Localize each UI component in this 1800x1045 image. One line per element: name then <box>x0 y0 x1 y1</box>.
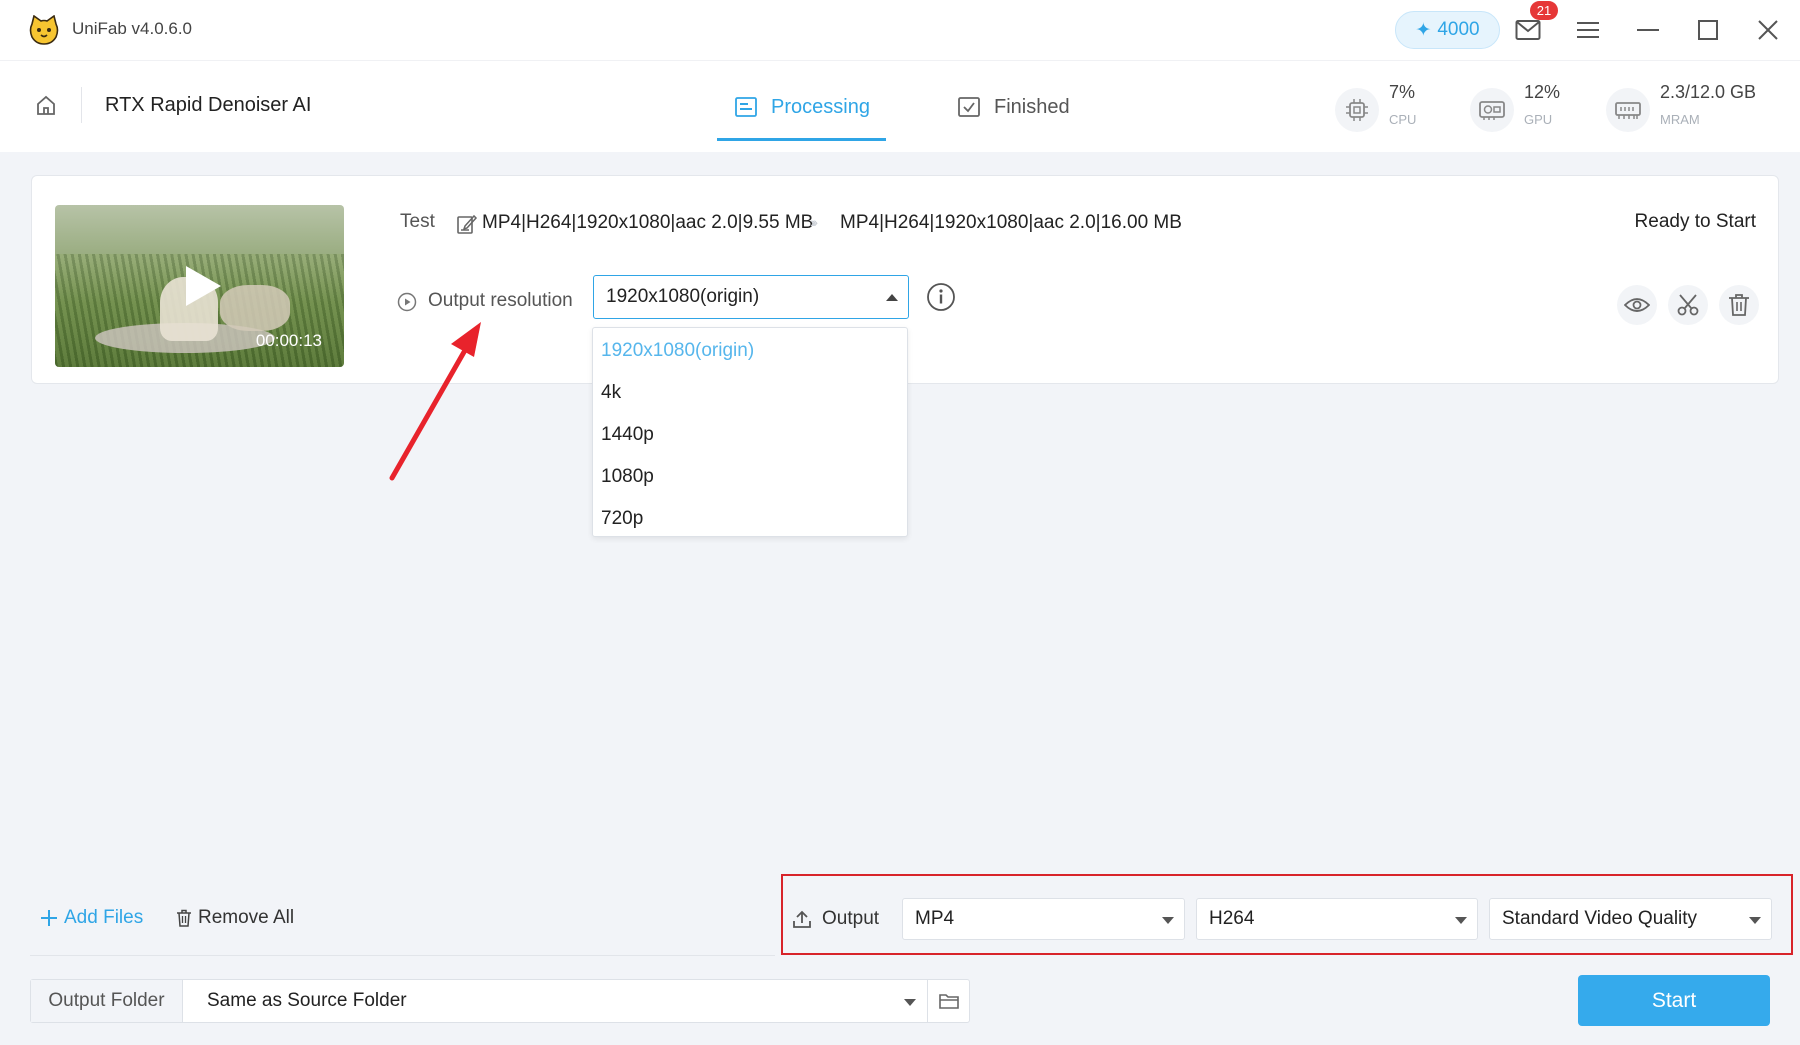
minimize-button[interactable] <box>1632 14 1664 46</box>
output-folder-label: Output Folder <box>31 980 183 1022</box>
maximize-icon <box>1698 20 1718 40</box>
title-bar: UniFab v4.0.6.0 ✦ 4000 21 <box>0 0 1800 60</box>
processing-icon <box>735 97 757 117</box>
cpu-label: CPU <box>1389 112 1417 127</box>
resolution-option-4k[interactable]: 4k <box>593 372 907 414</box>
trash-icon <box>177 909 191 927</box>
toolbar-divider <box>81 87 82 123</box>
tab-finished[interactable]: Finished <box>958 61 1070 153</box>
folder-icon <box>938 994 959 1009</box>
output-label: Output <box>792 908 879 930</box>
file-name: Test <box>400 211 435 232</box>
menu-button[interactable] <box>1572 14 1604 46</box>
task-status: Ready to Start <box>1634 211 1756 232</box>
preview-button[interactable] <box>1617 285 1657 325</box>
minimize-icon <box>1637 29 1659 31</box>
memory-icon <box>1606 88 1650 132</box>
browse-folder-button[interactable] <box>927 980 969 1022</box>
gpu-icon <box>1470 88 1514 132</box>
format-select[interactable]: MP4 <box>902 898 1185 940</box>
app-title: UniFab v4.0.6.0 <box>72 19 193 38</box>
scissors-icon <box>1677 294 1699 316</box>
maximize-button[interactable] <box>1692 14 1724 46</box>
caret-down-icon <box>1749 917 1761 924</box>
close-icon <box>1758 20 1778 40</box>
resolution-option-origin[interactable]: 1920x1080(origin) <box>593 330 907 372</box>
export-icon <box>793 910 811 928</box>
resolution-dropdown-menu: 1920x1080(origin) 4k 1440p 1080p 720p <box>592 327 908 537</box>
output-folder-row: Output Folder Same as Source Folder <box>30 979 970 1023</box>
resolution-play-icon <box>397 292 417 312</box>
info-icon[interactable] <box>926 282 956 312</box>
caret-up-icon <box>886 294 898 301</box>
source-file-info: MP4|H264|1920x1080|aac 2.0|9.55 MB <box>482 212 814 233</box>
caret-down-icon[interactable] <box>904 999 916 1006</box>
start-button[interactable]: Start <box>1578 975 1770 1026</box>
mail-badge: 21 <box>1530 1 1558 20</box>
tool-title: RTX Rapid Denoiser AI <box>105 94 312 116</box>
output-resolution-label: Output resolution <box>428 290 573 311</box>
memory-label: MRAM <box>1660 112 1700 127</box>
home-button[interactable] <box>32 91 60 119</box>
home-icon <box>37 95 55 115</box>
caret-down-icon <box>1455 917 1467 924</box>
output-resolution-select[interactable]: 1920x1080(origin) <box>593 275 909 319</box>
mail-icon <box>1515 20 1541 40</box>
tab-processing-label: Processing <box>771 95 870 118</box>
format-value: MP4 <box>915 908 955 929</box>
tab-finished-label: Finished <box>994 95 1070 118</box>
close-button[interactable] <box>1752 14 1784 46</box>
annotation-arrow <box>389 322 481 481</box>
memory-value: 2.3/12.0 GB <box>1660 82 1757 102</box>
remove-all-button[interactable]: Remove All <box>176 907 294 929</box>
add-files-label: Add Files <box>64 907 144 928</box>
tool-bar: RTX Rapid Denoiser AI Processing Finishe… <box>0 60 1800 152</box>
resolution-option-1440p[interactable]: 1440p <box>593 414 907 456</box>
trash-icon <box>1729 294 1749 316</box>
unifab-logo-icon <box>29 15 59 45</box>
convert-arrow-icon: ››› <box>810 214 818 230</box>
remove-all-label: Remove All <box>198 907 295 928</box>
cpu-icon <box>1335 88 1379 132</box>
quality-value: Standard Video Quality <box>1502 908 1698 929</box>
cpu-value: 7% <box>1389 82 1416 102</box>
gpu-label: GPU <box>1524 112 1553 127</box>
plus-icon <box>41 910 57 926</box>
finished-check-icon <box>958 97 980 117</box>
output-label-text: Output <box>822 908 880 929</box>
hamburger-menu-icon <box>1577 22 1599 38</box>
delete-button[interactable] <box>1719 285 1759 325</box>
target-file-info: MP4|H264|1920x1080|aac 2.0|16.00 MB <box>840 212 1182 233</box>
add-files-button[interactable]: Add Files <box>40 907 143 929</box>
credits-button[interactable]: ✦ 4000 <box>1395 11 1500 49</box>
output-folder-select[interactable]: Same as Source Folder <box>207 990 407 1012</box>
resolution-option-720p[interactable]: 720p <box>593 498 907 540</box>
trim-button[interactable] <box>1668 285 1708 325</box>
sparkle-icon: ✦ <box>1415 19 1432 41</box>
play-icon[interactable] <box>182 263 224 309</box>
bottom-divider <box>30 955 775 956</box>
output-resolution-value: 1920x1080(origin) <box>606 286 760 307</box>
gpu-value: 12% <box>1524 82 1561 102</box>
video-thumbnail[interactable]: 00:00:13 <box>55 205 344 367</box>
codec-select[interactable]: H264 <box>1196 898 1478 940</box>
quality-select[interactable]: Standard Video Quality <box>1489 898 1772 940</box>
caret-down-icon <box>1162 917 1174 924</box>
video-duration: 00:00:13 <box>255 331 322 350</box>
active-tab-indicator <box>717 138 886 141</box>
thumbnail-figure <box>220 285 290 331</box>
resolution-option-1080p[interactable]: 1080p <box>593 456 907 498</box>
edit-icon[interactable] <box>456 213 478 235</box>
codec-value: H264 <box>1209 908 1255 929</box>
eye-icon <box>1624 298 1650 312</box>
credits-value: 4000 <box>1437 19 1480 40</box>
